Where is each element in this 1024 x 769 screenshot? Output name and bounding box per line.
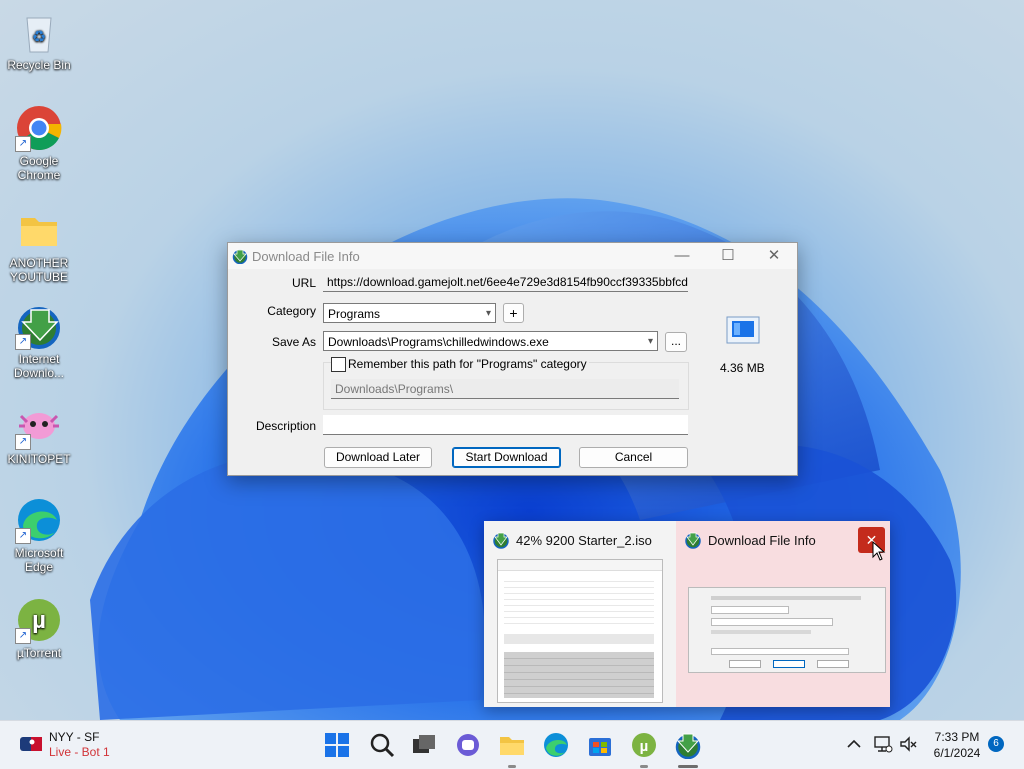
idm-app-icon <box>685 532 701 549</box>
start-icon[interactable] <box>323 731 351 759</box>
desktop-icon-idm[interactable]: ↗ Internet Downlo... <box>6 302 72 380</box>
chevron-up-icon[interactable] <box>846 737 862 751</box>
chevron-down-icon: ▾ <box>647 336 653 347</box>
file-type-icon <box>726 316 760 344</box>
save-as-value: Downloads\Programs\chilledwindows.exe <box>328 335 549 349</box>
network-icon[interactable] <box>873 735 893 753</box>
save-as-dropdown[interactable]: Downloads\Programs\chilledwindows.exe ▾ <box>323 331 658 351</box>
minimize-button[interactable]: — <box>659 243 705 269</box>
weather-widget-line2[interactable]: Live - Bot 1 <box>49 745 110 759</box>
weather-widget-line1[interactable]: NYY - SF <box>49 730 99 744</box>
dialog-title: Download File Info <box>252 249 360 264</box>
clock-time[interactable]: 7:33 PM <box>930 730 984 744</box>
description-field[interactable] <box>323 415 688 435</box>
edge-icon: ↗ <box>15 496 63 544</box>
preview-thumbnail <box>497 559 663 703</box>
desktop-icon-label: Recycle Bin <box>7 58 71 72</box>
shortcut-arrow-icon: ↗ <box>15 434 31 450</box>
idm-app-icon <box>232 249 248 264</box>
desktop-icon-kinitopet[interactable]: ↗ KINITOPET <box>6 402 72 466</box>
desktop-icon-utorrent[interactable]: µ ↗ µTorrent <box>6 596 72 660</box>
internet-download-manager-icon: ↗ <box>15 302 63 350</box>
notification-badge[interactable]: 6 <box>988 736 1004 752</box>
remember-path-checkbox[interactable] <box>331 357 346 372</box>
cancel-button[interactable]: Cancel <box>579 447 688 468</box>
desktop-icon-label: µTorrent <box>16 646 62 660</box>
category-dropdown[interactable]: Programs ▾ <box>323 303 496 323</box>
dialog-titlebar[interactable]: Download File Info — ☐ ✕ <box>228 243 797 269</box>
save-as-label: Save As <box>271 335 316 349</box>
desktop-icon-folder[interactable]: ANOTHER YOUTUBE <box>6 206 72 284</box>
category-label: Category <box>267 304 316 318</box>
add-category-button[interactable]: + <box>503 303 524 323</box>
utorrent-icon[interactable]: µ <box>630 731 658 759</box>
svg-text:µ: µ <box>32 607 46 634</box>
url-label: URL <box>291 276 316 290</box>
preview-thumbnail <box>688 587 886 673</box>
desktop-icon-recycle-bin[interactable]: ♻ Recycle Bin <box>6 8 72 72</box>
desktop-icon-label: Internet Downlo... <box>13 352 65 380</box>
task-view-icon[interactable] <box>410 731 438 759</box>
file-explorer-icon[interactable] <box>498 731 526 759</box>
taskbar: NYY - SF Live - Bot 1 µ 7:33 PM 6/1/2024 <box>0 720 1024 769</box>
preview-title: Download File Info <box>708 533 816 548</box>
desktop-icon-label: KINITOPET <box>7 452 71 466</box>
remember-path-label: Remember this path for "Programs" catego… <box>346 357 589 371</box>
category-value: Programs <box>328 307 381 321</box>
preview-download-progress[interactable]: 42% 9200 Starter_2.iso <box>484 521 676 707</box>
folder-icon <box>15 206 63 254</box>
preview-download-file-info[interactable]: Download File Info ✕ <box>676 521 890 707</box>
edge-icon[interactable] <box>542 731 570 759</box>
download-later-button[interactable]: Download Later <box>324 447 432 468</box>
svg-text:♻: ♻ <box>32 29 46 46</box>
shortcut-arrow-icon: ↗ <box>15 628 31 644</box>
file-size: 4.36 MB <box>720 361 765 375</box>
shortcut-arrow-icon: ↗ <box>15 136 31 152</box>
close-button[interactable]: ✕ <box>751 243 797 269</box>
chevron-down-icon: ▾ <box>485 308 491 319</box>
chat-icon[interactable] <box>454 731 482 759</box>
desktop-icon-label: Google Chrome <box>17 154 61 182</box>
svg-text:µ: µ <box>640 738 649 755</box>
desktop-icon-label: Microsoft Edge <box>14 546 64 574</box>
volume-muted-icon[interactable] <box>899 735 919 753</box>
preview-title: 42% 9200 Starter_2.iso <box>516 533 652 548</box>
mouse-cursor-icon <box>872 541 886 561</box>
start-download-button[interactable]: Start Download <box>452 447 561 468</box>
description-label: Description <box>255 419 316 433</box>
idm-app-icon <box>493 532 509 549</box>
recycle-bin-icon: ♻ <box>15 8 63 56</box>
shortcut-arrow-icon: ↗ <box>15 334 31 350</box>
category-path-field: Downloads\Programs\ <box>331 379 679 399</box>
shortcut-arrow-icon: ↗ <box>15 528 31 544</box>
store-icon[interactable] <box>586 731 614 759</box>
desktop-icon-edge[interactable]: ↗ Microsoft Edge <box>6 496 72 574</box>
taskbar-preview-popup: 42% 9200 Starter_2.iso Download File Inf… <box>484 521 890 707</box>
clock-date[interactable]: 6/1/2024 <box>930 746 984 760</box>
url-field[interactable]: https://download.gamejolt.net/6ee4e729e3… <box>323 272 688 292</box>
desktop-icon-chrome[interactable]: ↗ Google Chrome <box>6 104 72 182</box>
maximize-button[interactable]: ☐ <box>705 243 751 269</box>
internet-download-manager-icon[interactable] <box>674 731 702 759</box>
mlb-logo-icon <box>20 735 42 753</box>
desktop-icon-label: ANOTHER YOUTUBE <box>9 256 69 284</box>
kinitopet-icon: ↗ <box>15 402 63 450</box>
search-icon[interactable] <box>368 731 396 759</box>
utorrent-icon: µ ↗ <box>15 596 63 644</box>
chrome-icon: ↗ <box>15 104 63 152</box>
browse-button[interactable]: ... <box>665 332 687 352</box>
